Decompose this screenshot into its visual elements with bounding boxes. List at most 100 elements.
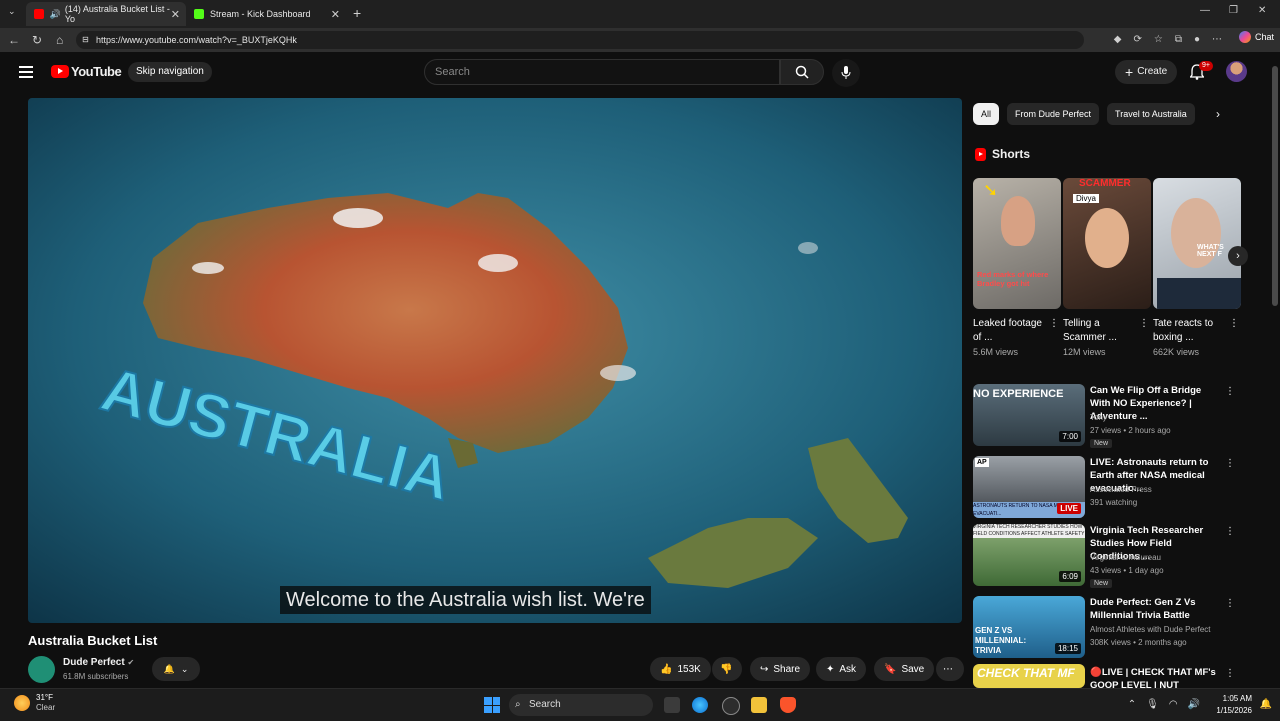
menu-icon[interactable] [19, 66, 33, 78]
tab-kick-dashboard[interactable]: Stream - Kick Dashboard ✕ [186, 2, 346, 26]
extension-icon[interactable]: ◆ [1114, 34, 1122, 45]
shorts-icon [975, 147, 986, 161]
like-button[interactable]: 👍 153K [650, 657, 711, 681]
thumbs-up-icon: 👍 [660, 663, 673, 675]
more-vertical-icon[interactable]: ⋮ [1049, 318, 1059, 329]
edge-icon[interactable] [692, 697, 708, 713]
video-thumbnail: AP ASTRONAUTS RETURN TO NASA MEDICAL EVA… [973, 456, 1085, 518]
skip-navigation-button[interactable]: Skip navigation [128, 62, 212, 82]
short-item[interactable]: SCAMMER Divya Telling a Scammer ... 12M … [1063, 178, 1151, 357]
video-frame: AUSTRALIA [28, 98, 962, 623]
short-thumbnail: SCAMMER Divya [1063, 178, 1151, 309]
home-icon[interactable]: ⌂ [56, 33, 63, 47]
search-icon: ⌕ [515, 699, 521, 710]
more-vertical-icon[interactable]: ⋮ [1225, 668, 1235, 679]
recommended-video[interactable]: CHECK THAT MF 🔴LIVE | CHECK THAT MF's GO… [973, 664, 1253, 688]
sync-icon[interactable]: ⟳ [1133, 34, 1141, 45]
subscription-bell-button[interactable]: 🔔 ⌄ [152, 657, 200, 681]
browser-tab-bar: ⌄ 🔊 (14) Australia Bucket List - Yo ✕ St… [0, 0, 1280, 28]
recommended-video[interactable]: GEN Z VS MILLENNIAL: TRIVIA 18:15 Dude P… [973, 596, 1253, 658]
thumbs-down-icon: 👎 [720, 663, 733, 675]
thumb-text: VIRGINIA TECH RESEARCHER STUDIES HOW FIE… [973, 524, 1085, 538]
share-button[interactable]: ↪ Share [750, 657, 811, 681]
verified-icon: ✔ [127, 658, 135, 667]
collections-icon[interactable]: ⧉ [1175, 34, 1182, 45]
voice-search-button[interactable] [832, 59, 860, 87]
tab-close-icon[interactable]: ✕ [331, 8, 340, 21]
favorites-icon[interactable]: ☆ [1154, 34, 1163, 45]
bell-icon: 🔔 [163, 663, 175, 674]
weather-moon-icon [14, 695, 30, 711]
subscriber-count: 61.8M subscribers [63, 672, 129, 681]
settings-icon[interactable] [722, 697, 740, 715]
channel-name[interactable]: Dude Perfect ✔ [63, 657, 134, 668]
recommended-video[interactable]: AP ASTRONAUTS RETURN TO NASA MEDICAL EVA… [973, 456, 1253, 518]
more-vertical-icon[interactable]: ⋮ [1229, 318, 1239, 329]
wifi-icon[interactable]: ◠ [1169, 699, 1178, 710]
weather-widget[interactable]: 31°F Clear [14, 693, 55, 713]
channel-avatar[interactable] [28, 656, 55, 683]
more-vertical-icon[interactable]: ⋮ [1225, 386, 1235, 397]
microphone-icon[interactable]: 🎙 [1146, 699, 1159, 710]
tab-list-chevron-icon[interactable]: ⌄ [8, 6, 16, 17]
video-channel: Tony [1090, 413, 1107, 422]
taskbar-clock[interactable]: 1:05 AM 1/15/2026 [1216, 693, 1252, 717]
account-avatar[interactable] [1226, 61, 1247, 82]
url-field[interactable]: ⊟ https://www.youtube.com/watch?v=_BUXTj… [76, 31, 1084, 49]
share-icon: ↪ [760, 663, 769, 675]
more-vertical-icon[interactable]: ⋮ [1225, 598, 1235, 609]
address-bar: ← ↻ ⌂ ⊟ https://www.youtube.com/watch?v=… [0, 28, 1280, 52]
tab-close-icon[interactable]: ✕ [171, 8, 180, 21]
more-vertical-icon[interactable]: ⋮ [1225, 526, 1235, 537]
start-button[interactable] [484, 697, 500, 713]
notification-center-icon[interactable]: 🔔 [1260, 699, 1272, 710]
chip-from-dude-perfect[interactable]: From Dude Perfect [1007, 103, 1100, 125]
chip-travel-to-australia[interactable]: Travel to Australia [1107, 103, 1195, 125]
video-title: Can We Flip Off a Bridge With NO Experie… [1090, 385, 1202, 422]
refresh-icon[interactable]: ↻ [32, 33, 42, 47]
chevron-up-icon[interactable]: ⌃ [1128, 699, 1136, 710]
recommended-video[interactable]: NO EXPERIENCE 7:00 Can We Flip Off a Bri… [973, 384, 1253, 448]
channel-name-text: Dude Perfect [63, 657, 125, 668]
short-item[interactable]: Red marks of where Bradley got hit ➘ Lea… [973, 178, 1061, 357]
plus-icon: + [1125, 64, 1134, 80]
profile-icon[interactable]: ● [1194, 34, 1200, 45]
recommended-video[interactable]: VIRGINIA TECH RESEARCHER STUDIES HOW FIE… [973, 524, 1253, 588]
brave-icon[interactable] [780, 697, 796, 713]
chips-next-icon[interactable]: › [1216, 107, 1220, 121]
more-vertical-icon[interactable]: ⋮ [1139, 318, 1149, 329]
window-close-icon[interactable]: ✕ [1258, 5, 1266, 16]
volume-icon[interactable]: 🔊 [1188, 699, 1200, 710]
task-view-icon[interactable] [664, 697, 680, 713]
new-tab-icon[interactable]: + [353, 5, 361, 21]
back-icon[interactable]: ← [8, 33, 20, 47]
copilot-chat-button[interactable]: Chat [1238, 31, 1274, 43]
chat-label: Chat [1254, 32, 1274, 42]
taskbar-search[interactable]: ⌕ Search [509, 694, 653, 716]
dislike-button[interactable]: 👎 [712, 657, 742, 681]
save-button[interactable]: 🔖 Save [874, 657, 935, 681]
more-icon[interactable]: ⋯ [1212, 34, 1222, 45]
chip-all[interactable]: All [973, 103, 1000, 125]
create-button[interactable]: + Create [1115, 60, 1178, 84]
thumb-text: CHECK THAT MF [977, 666, 1075, 680]
search-input[interactable]: Search [424, 59, 780, 85]
more-vertical-icon[interactable]: ⋮ [1225, 458, 1235, 469]
scrollbar-thumb[interactable] [1272, 66, 1278, 306]
short-item[interactable]: WHAT'S NEXT F Tate reacts to boxing ... … [1153, 178, 1241, 357]
video-thumbnail: GEN Z VS MILLENNIAL: TRIVIA 18:15 [973, 596, 1085, 658]
search-button[interactable] [780, 59, 824, 85]
more-actions-button[interactable]: ⋯ [936, 657, 964, 681]
shorts-heading: Shorts [975, 147, 1030, 161]
new-badge: New [1090, 439, 1113, 448]
shorts-next-button[interactable]: › [1228, 246, 1248, 266]
tab-youtube[interactable]: 🔊 (14) Australia Bucket List - Yo ✕ [26, 2, 186, 26]
weather-temp: 31°F [36, 693, 53, 702]
youtube-logo[interactable]: YouTube [51, 64, 122, 79]
site-info-icon[interactable]: ⊟ [82, 31, 89, 49]
file-explorer-icon[interactable] [751, 697, 767, 713]
minimize-icon[interactable]: — [1200, 5, 1210, 16]
ask-button[interactable]: ✦ Ask [816, 657, 867, 681]
maximize-icon[interactable]: ❐ [1229, 5, 1238, 16]
video-player[interactable]: AUSTRALIA [28, 98, 962, 623]
